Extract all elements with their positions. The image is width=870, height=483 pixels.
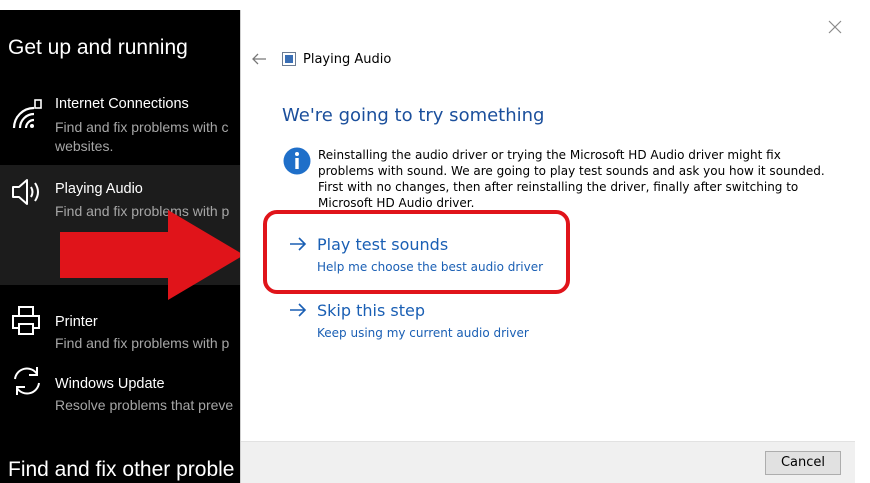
back-arrow-icon[interactable] [251,52,267,66]
settings-item-printer[interactable]: Printer Find and fix problems with p [0,300,240,360]
settings-item-windows-update[interactable]: Windows Update Resolve problems that pre… [0,362,240,422]
section-heading: Get up and running [8,36,188,59]
dialog-title: Playing Audio [303,52,392,67]
settings-item-title: Printer [55,314,98,330]
info-description: Reinstalling the audio driver or trying … [318,148,825,210]
settings-item-description: Resolve problems that preve [55,397,234,413]
troubleshooter-app-icon [282,52,296,66]
settings-item-title: Internet Connections [55,96,189,112]
red-highlight-box-annotation [263,210,570,294]
settings-item-description: Find and fix problems with c [55,119,229,135]
dialog-footer: Cancel [241,441,855,483]
settings-item-title: Playing Audio [55,181,143,197]
section-heading-other: Find and fix other proble [8,458,235,481]
speaker-icon [12,179,39,205]
settings-item-description-line2: websites. [55,138,114,154]
close-icon[interactable] [828,20,842,34]
red-arrow-annotation [60,210,244,300]
settings-item-internet-connections[interactable]: Internet Connections Find and fix proble… [0,88,240,158]
printer-icon [12,306,40,335]
dialog-heading: We're going to try something [282,105,545,126]
skip-this-step-option[interactable]: Skip this step Keep using my current aud… [289,301,559,341]
arrow-right-icon [290,303,307,317]
info-icon [283,147,311,175]
settings-item-description: Find and fix problems with p [55,335,230,351]
option-description: Keep using my current audio driver [317,326,529,340]
wifi-icon [12,99,42,129]
refresh-icon [14,367,40,395]
settings-item-title: Windows Update [55,376,165,392]
screenshot-frame: Get up and running Internet Connections … [0,0,870,483]
cancel-button[interactable]: Cancel [765,451,841,475]
option-title: Skip this step [317,301,425,320]
